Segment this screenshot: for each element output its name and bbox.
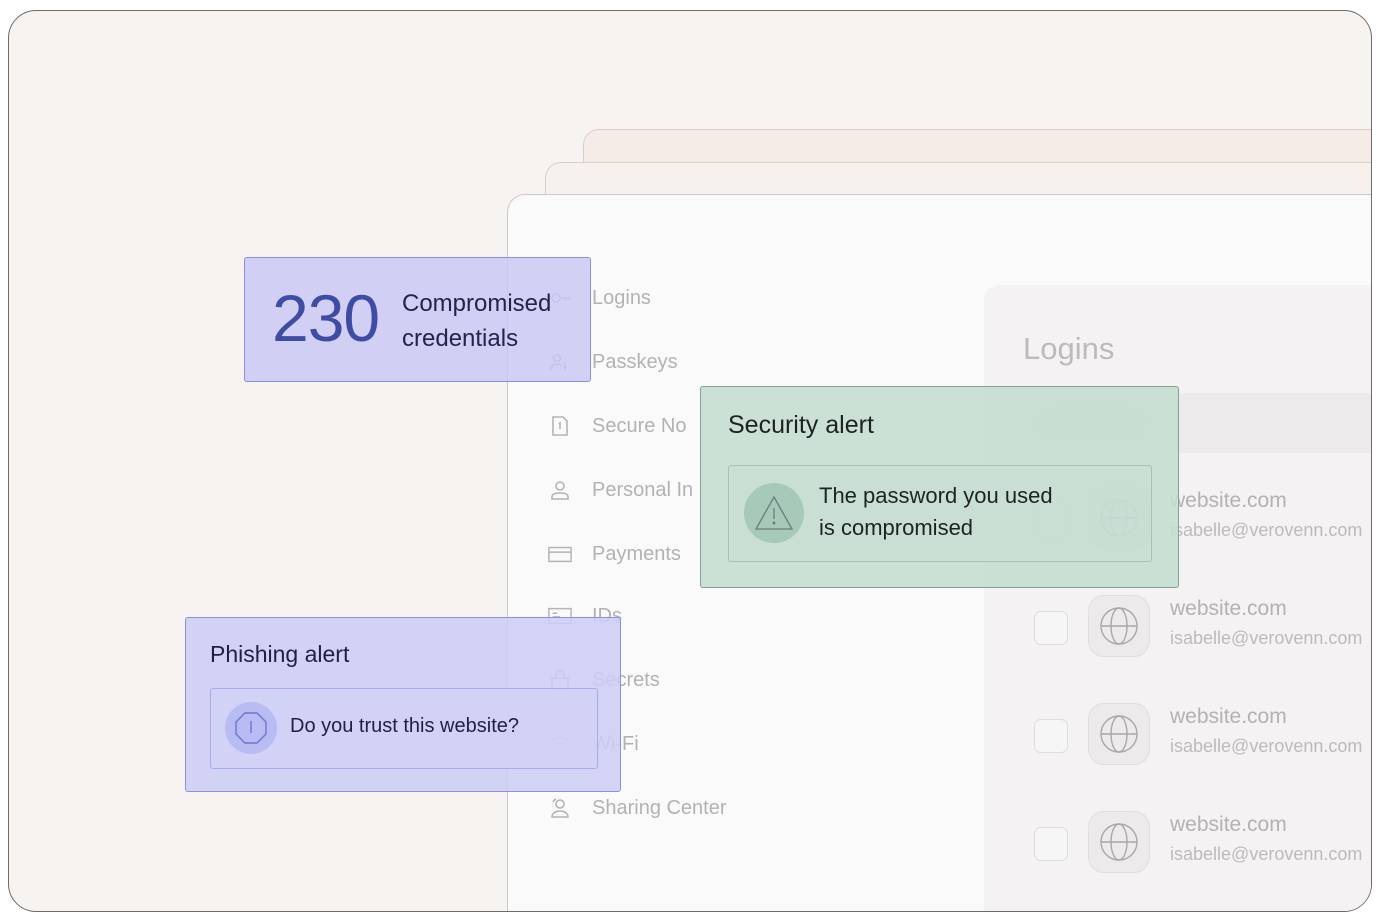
sidebar-item-label: Passkeys	[592, 350, 678, 373]
row-checkbox[interactable]	[1034, 827, 1068, 861]
row-email: isabelle@verovenn.com	[1170, 520, 1363, 540]
sidebar-item-payments[interactable]: Payments	[548, 539, 681, 569]
compromised-credentials-card[interactable]: 230 Compromised credentials	[244, 257, 591, 382]
security-alert-card[interactable]: Security alert The password you used is …	[700, 386, 1179, 588]
list-item[interactable]: website.com isabelle@verovenn.com	[1034, 593, 1371, 663]
phishing-alert-card[interactable]: Phishing alert Do you trust this website…	[185, 617, 621, 792]
security-alert-message-box[interactable]: The password you used is compromised	[728, 465, 1152, 562]
list-item[interactable]: website.com isabelle@verovenn.com	[1034, 701, 1371, 771]
warning-icon	[744, 483, 804, 543]
logins-pane: Logins website.com isabelle@verovenn.com…	[984, 285, 1371, 911]
sidebar-item-label: Secure No	[592, 414, 687, 437]
sidebar-item-label: Logins	[592, 286, 651, 309]
row-checkbox[interactable]	[1034, 611, 1068, 645]
sidebar-item-personal-info[interactable]: Personal In	[548, 475, 693, 505]
row-email: isabelle@verovenn.com	[1170, 628, 1363, 648]
sidebar-item-sharing-center[interactable]: Sharing Center	[548, 793, 727, 823]
security-alert-title: Security alert	[728, 411, 874, 439]
row-email: isabelle@verovenn.com	[1170, 844, 1363, 864]
phishing-alert-title: Phishing alert	[210, 641, 350, 667]
security-alert-line1: The password you used	[819, 483, 1053, 508]
person-icon	[548, 478, 572, 502]
phishing-alert-message: Do you trust this website?	[290, 715, 519, 737]
globe-icon	[1088, 703, 1150, 765]
compromised-count: 230	[272, 281, 380, 355]
card-icon	[548, 542, 572, 566]
globe-icon	[1088, 595, 1150, 657]
security-alert-line2: is compromised	[819, 515, 974, 540]
sidebar-item-label: Payments	[592, 542, 681, 565]
logins-title: Logins	[1023, 331, 1115, 366]
compromised-label: Compromised credentials	[402, 290, 552, 352]
phishing-alert-message-box[interactable]: Do you trust this website?	[210, 688, 598, 769]
row-site: website.com	[1170, 597, 1287, 620]
note-icon	[548, 414, 572, 438]
sharing-icon	[548, 796, 572, 820]
sidebar-item-secure-notes[interactable]: Secure No	[548, 411, 687, 441]
row-site: website.com	[1170, 705, 1287, 728]
row-checkbox[interactable]	[1034, 719, 1068, 753]
sidebar-item-label: Sharing Center	[592, 796, 727, 819]
list-item[interactable]: website.com isabelle@verovenn.com	[1034, 809, 1371, 879]
security-alert-message: The password you used is compromised	[819, 480, 1053, 544]
row-site: website.com	[1170, 813, 1287, 836]
row-email: isabelle@verovenn.com	[1170, 736, 1363, 756]
row-site: website.com	[1170, 489, 1287, 512]
exclamation-octagon-icon	[225, 702, 277, 754]
globe-icon	[1088, 811, 1150, 873]
sidebar-item-label: Personal In	[592, 478, 694, 501]
